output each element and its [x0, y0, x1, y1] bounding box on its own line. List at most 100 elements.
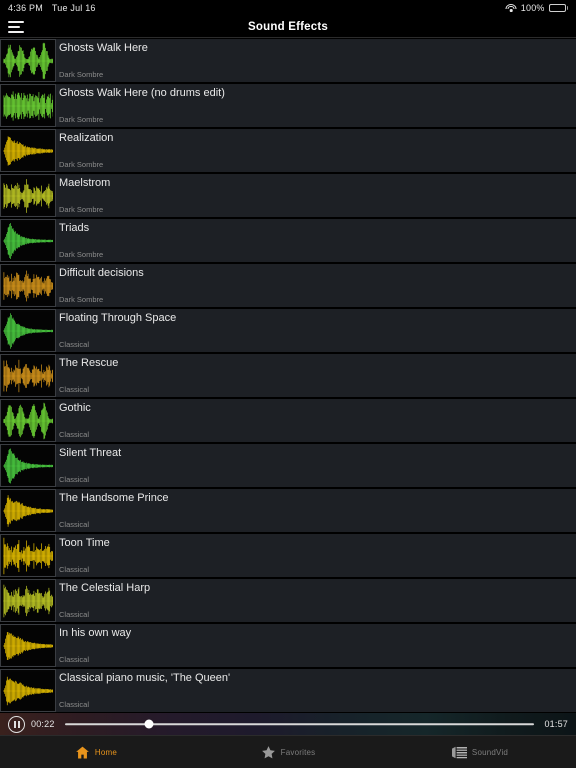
list-item-text: Classical piano music, 'The Queen' Classi… [56, 669, 576, 712]
list-item-text: Toon Time Classical [56, 534, 576, 577]
list-item-text: Silent Threat Classical [56, 444, 576, 487]
seek-slider[interactable] [64, 716, 535, 732]
waveform-thumbnail-icon [0, 354, 56, 397]
list-item-text: The Rescue Classical [56, 354, 576, 397]
list-item[interactable]: Silent Threat Classical [0, 443, 576, 488]
list-item-subtitle: Classical [59, 655, 90, 664]
list-item-subtitle: Dark Sombre [59, 205, 104, 214]
player-bar: 00:22 01:57 [0, 713, 576, 735]
list-item-subtitle: Classical [59, 475, 90, 484]
star-icon [261, 745, 276, 760]
list-item[interactable]: Floating Through Space Classical [0, 308, 576, 353]
sound-list[interactable]: Ghosts Walk Here Dark Sombre Ghosts Walk H… [0, 38, 576, 713]
waveform-thumbnail-icon [0, 444, 56, 487]
list-item-title: Triads [59, 222, 90, 234]
list-item[interactable]: Gothic Classical [0, 398, 576, 443]
list-item-text: Triads Dark Sombre [56, 219, 576, 262]
waveform-thumbnail-icon [0, 39, 56, 82]
waveform-thumbnail-icon [0, 579, 56, 622]
waveform-thumbnail-icon [0, 219, 56, 262]
list-item[interactable]: The Handsome Prince Classical [0, 488, 576, 533]
list-item-subtitle: Dark Sombre [59, 115, 104, 124]
waveform-thumbnail-icon [0, 624, 56, 667]
list-item[interactable]: Difficult decisions Dark Sombre [0, 263, 576, 308]
list-item-subtitle: Classical [59, 520, 90, 529]
list-item-title: Toon Time [59, 537, 110, 549]
tab-bar: Home Favorites SoundVid [0, 735, 576, 768]
list-item-title: Gothic [59, 402, 91, 414]
status-bar: 4:36 PM Tue Jul 16 100% [0, 0, 576, 16]
nav-bar: Sound Effects [0, 16, 576, 38]
list-item-title: The Rescue [59, 357, 119, 369]
status-time: 4:36 PM [8, 3, 43, 13]
tab-home[interactable]: Home [0, 736, 192, 768]
list-item-title: Realization [59, 132, 114, 144]
list-item-text: Difficult decisions Dark Sombre [56, 264, 576, 307]
list-item-title: Ghosts Walk Here (no drums edit) [59, 87, 225, 99]
pause-icon[interactable] [8, 715, 25, 733]
list-item[interactable]: Realization Dark Sombre [0, 128, 576, 173]
waveform-thumbnail-icon [0, 669, 56, 712]
waveform-thumbnail-icon [0, 534, 56, 577]
waveform-thumbnail-icon [0, 309, 56, 352]
list-item-subtitle: Classical [59, 340, 90, 349]
list-item-title: Floating Through Space [59, 312, 177, 324]
elapsed-time: 00:22 [31, 719, 55, 729]
battery-percent: 100% [520, 3, 545, 13]
seek-track [64, 723, 535, 725]
waveform-thumbnail-icon [0, 489, 56, 532]
list-item-text: In his own way Classical [56, 624, 576, 667]
tab-soundvid[interactable]: SoundVid [384, 736, 576, 768]
tab-label: SoundVid [471, 747, 509, 757]
list-item[interactable]: Ghosts Walk Here Dark Sombre [0, 38, 576, 83]
list-item-title: Maelstrom [59, 177, 111, 189]
page-title: Sound Effects [248, 20, 328, 33]
home-icon [75, 745, 90, 760]
list-item-title: The Celestial Harp [59, 582, 151, 594]
list-item-subtitle: Classical [59, 385, 90, 394]
list-item[interactable]: Maelstrom Dark Sombre [0, 173, 576, 218]
list-item-title: The Handsome Prince [59, 492, 169, 504]
list-item-subtitle: Dark Sombre [59, 160, 104, 169]
list-item-title: Silent Threat [59, 447, 122, 459]
seek-knob[interactable] [144, 719, 154, 729]
list-item[interactable]: Triads Dark Sombre [0, 218, 576, 263]
list-item-text: Ghosts Walk Here (no drums edit) Dark Som… [56, 84, 576, 127]
list-item[interactable]: In his own way Classical [0, 623, 576, 668]
list-item-subtitle: Dark Sombre [59, 250, 104, 259]
list-item-text: The Handsome Prince Classical [56, 489, 576, 532]
list-item-text: Maelstrom Dark Sombre [56, 174, 576, 217]
tab-favorites[interactable]: Favorites [192, 736, 384, 768]
status-bar-left: 4:36 PM Tue Jul 16 [8, 3, 96, 13]
list-item[interactable]: Ghosts Walk Here (no drums edit) Dark Som… [0, 83, 576, 128]
list-item-title: Classical piano music, 'The Queen' [59, 672, 231, 684]
waveform-thumbnail-icon [0, 264, 56, 307]
soundvid-icon [451, 746, 467, 759]
list-item[interactable]: Classical piano music, 'The Queen' Classi… [0, 668, 576, 713]
list-item[interactable]: Toon Time Classical [0, 533, 576, 578]
waveform-thumbnail-icon [0, 399, 56, 442]
list-item[interactable]: The Celestial Harp Classical [0, 578, 576, 623]
battery-full-icon [548, 4, 568, 12]
list-item-title: Ghosts Walk Here [59, 42, 148, 54]
list-item-text: Floating Through Space Classical [56, 309, 576, 352]
list-item-text: The Celestial Harp Classical [56, 579, 576, 622]
list-item-text: Ghosts Walk Here Dark Sombre [56, 39, 576, 82]
duration-time: 01:57 [544, 719, 568, 729]
list-item-subtitle: Classical [59, 700, 90, 709]
hamburger-menu-icon[interactable] [8, 20, 24, 33]
list-item-subtitle: Classical [59, 430, 90, 439]
list-item[interactable]: The Rescue Classical [0, 353, 576, 398]
list-item-title: Difficult decisions [59, 267, 144, 279]
list-item-subtitle: Dark Sombre [59, 295, 104, 304]
list-item-text: Gothic Classical [56, 399, 576, 442]
tab-label: Favorites [280, 747, 316, 757]
list-item-title: In his own way [59, 627, 132, 639]
wifi-icon [505, 4, 517, 12]
app-root: 4:36 PM Tue Jul 16 100% Sound Effects Gh… [0, 0, 576, 768]
list-item-text: Realization Dark Sombre [56, 129, 576, 172]
status-bar-right: 100% [505, 3, 568, 13]
status-date: Tue Jul 16 [51, 3, 96, 13]
list-item-subtitle: Classical [59, 565, 90, 574]
waveform-thumbnail-icon [0, 84, 56, 127]
